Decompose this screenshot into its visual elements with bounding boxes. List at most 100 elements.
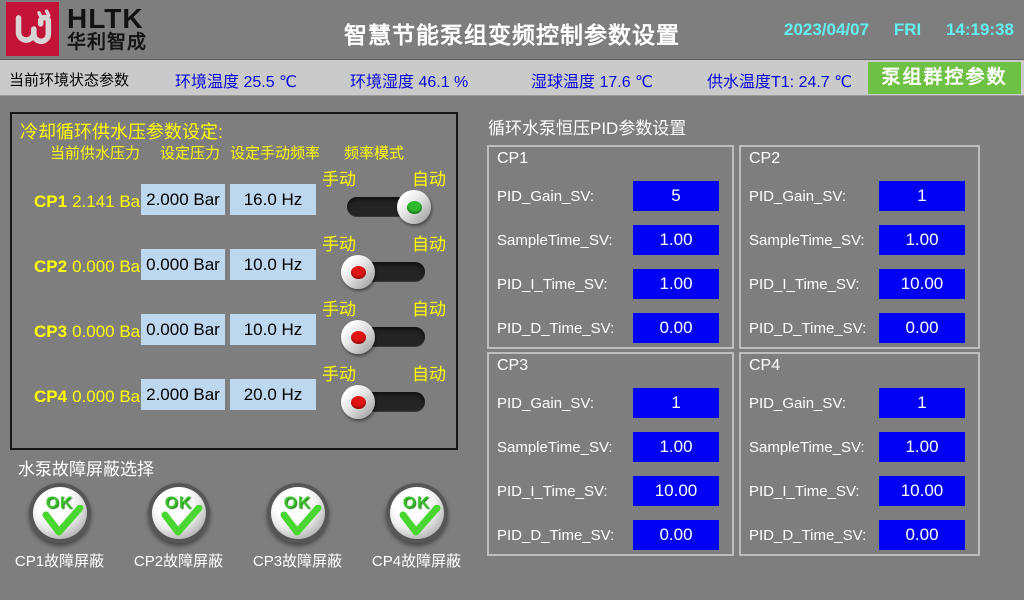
pid-d-time-input[interactable]: 0.00 [633, 313, 719, 343]
fault-mask-cell-cp4: OK CP4故障屏蔽 [357, 483, 476, 571]
header: HLTK 华利智成 智慧节能泵组变频控制参数设置 2023/04/07 FRI … [0, 0, 1024, 58]
pid-i-time-label: PID_I_Time_SV: [749, 483, 860, 500]
pid-i-time-input[interactable]: 10.00 [879, 476, 965, 506]
pid-row: PID_D_Time_SV: 0.00 [749, 306, 965, 350]
pid-row: SampleTime_SV: 1.00 [749, 425, 965, 469]
cp1-fault-mask-button[interactable]: OK [29, 483, 91, 543]
manual-mode-label: 手动 [322, 295, 356, 320]
pump-row-cp2: CP20.000 Bar 0.000 Bar 10.0 Hz 手动 自动 [12, 229, 456, 294]
env-status-label: 当前环境状态参数 [9, 69, 129, 90]
sample-time-input[interactable]: 1.00 [879, 225, 965, 255]
pid-row: PID_I_Time_SV: 10.00 [749, 469, 965, 513]
pid-gain-input[interactable]: 1 [633, 388, 719, 418]
mode-toggle-switch[interactable] [347, 262, 425, 282]
pid-gain-label: PID_Gain_SV: [749, 395, 846, 412]
pid-gain-input[interactable]: 1 [879, 181, 965, 211]
toggle-knob[interactable] [341, 320, 375, 354]
pid-i-time-input[interactable]: 1.00 [633, 269, 719, 299]
sample-time-input[interactable]: 1.00 [879, 432, 965, 462]
pid-row: PID_Gain_SV: 1 [749, 174, 965, 218]
datetime-display: 2023/04/07 FRI 14:19:38 [764, 20, 1014, 40]
pid-groups: CP1 PID_Gain_SV: 5 SampleTime_SV: 1.00 P… [487, 145, 981, 556]
supply-water-temperature-value: 供水温度T1: 24.7 ℃ [707, 68, 852, 92]
column-manual-frequency: 设定手动频率 [230, 142, 320, 163]
mode-toggle-switch[interactable] [347, 392, 425, 412]
pressure-panel-title: 冷却循环供水压参数设定: [20, 118, 223, 144]
cp3-fault-mask-button[interactable]: OK [267, 483, 329, 543]
pid-i-time-input[interactable]: 10.00 [879, 269, 965, 299]
auto-mode-label: 自动 [412, 165, 446, 190]
pid-i-time-input[interactable]: 10.00 [633, 476, 719, 506]
manual-frequency-input[interactable]: 10.0 Hz [230, 314, 316, 345]
toggle-knob[interactable] [341, 255, 375, 289]
toggle-state-dot [351, 396, 366, 409]
date-value: 2023/04/07 [784, 20, 869, 39]
manual-frequency-input[interactable]: 20.0 Hz [230, 379, 316, 410]
pid-row: SampleTime_SV: 1.00 [749, 218, 965, 262]
fault-mask-cell-cp3: OK CP3故障屏蔽 [238, 483, 357, 571]
cp4-fault-mask-button[interactable]: OK [386, 483, 448, 543]
ambient-humidity-value: 环境湿度 46.1 % [350, 68, 468, 92]
pid-panel-title: 循环水泵恒压PID参数设置 [488, 114, 686, 139]
pid-row: PID_D_Time_SV: 0.00 [497, 513, 719, 557]
mode-toggle-switch[interactable] [347, 197, 425, 217]
pid-gain-input[interactable]: 1 [879, 388, 965, 418]
pid-row: PID_I_Time_SV: 1.00 [497, 262, 719, 306]
toggle-knob[interactable] [397, 190, 431, 224]
manual-frequency-input[interactable]: 16.0 Hz [230, 184, 316, 215]
fault-mask-buttons: OK CP1故障屏蔽 OK CP2故障屏蔽 OK CP3故障屏蔽 OK [0, 483, 478, 571]
cp2-fault-mask-button[interactable]: OK [148, 483, 210, 543]
fault-mask-cell-cp2: OK CP2故障屏蔽 [119, 483, 238, 571]
pid-group-title: CP2 [749, 150, 965, 174]
brand-name-chinese: 华利智成 [67, 33, 147, 53]
pid-row: PID_Gain_SV: 5 [497, 174, 719, 218]
cooling-water-pressure-panel: 冷却循环供水压参数设定: 当前供水压力 设定压力 设定手动频率 频率模式 CP1… [10, 112, 458, 450]
pid-d-time-input[interactable]: 0.00 [633, 520, 719, 550]
pid-row: PID_Gain_SV: 1 [749, 381, 965, 425]
check-icon [397, 505, 441, 537]
pump-name-and-pressure: CP1 2.141 Bar [34, 192, 146, 212]
toggle-knob[interactable] [341, 385, 375, 419]
pump-name-and-pressure: CP20.000 Bar [34, 257, 146, 277]
pid-d-time-input[interactable]: 0.00 [879, 313, 965, 343]
pump-name-and-pressure: CP30.000 Bar [34, 322, 146, 342]
fault-mask-label: CP2故障屏蔽 [134, 550, 223, 571]
fault-mask-title: 水泵故障屏蔽选择 [18, 455, 154, 480]
set-pressure-input[interactable]: 2.000 Bar [141, 379, 225, 410]
sample-time-input[interactable]: 1.00 [633, 225, 719, 255]
pid-gain-label: PID_Gain_SV: [749, 188, 846, 205]
manual-mode-label: 手动 [322, 230, 356, 255]
pid-i-time-label: PID_I_Time_SV: [749, 276, 860, 293]
toggle-state-dot [351, 331, 366, 344]
mode-toggle-switch[interactable] [347, 327, 425, 347]
column-frequency-mode: 频率模式 [344, 142, 404, 163]
fault-mask-label: CP4故障屏蔽 [372, 550, 461, 571]
pid-d-time-input[interactable]: 0.00 [879, 520, 965, 550]
pump-id: CP2 [34, 257, 67, 276]
pump-id: CP1 [34, 192, 67, 211]
toggle-state-dot [351, 266, 366, 279]
sample-time-input[interactable]: 1.00 [633, 432, 719, 462]
pump-group-control-params-button[interactable]: 泵组群控参数 [868, 62, 1021, 94]
pid-row: PID_I_Time_SV: 10.00 [497, 469, 719, 513]
pid-gain-input[interactable]: 5 [633, 181, 719, 211]
set-pressure-input[interactable]: 2.000 Bar [141, 184, 225, 215]
pid-group-cp3: CP3 PID_Gain_SV: 1 SampleTime_SV: 1.00 P… [487, 352, 734, 556]
column-set-pressure: 设定压力 [160, 142, 220, 163]
pid-d-time-label: PID_D_Time_SV: [497, 527, 614, 544]
sample-time-label: SampleTime_SV: [497, 439, 613, 456]
pid-group-title: CP3 [497, 357, 719, 381]
fault-mask-label: CP3故障屏蔽 [253, 550, 342, 571]
check-icon [278, 505, 322, 537]
pid-row: SampleTime_SV: 1.00 [497, 218, 719, 262]
set-pressure-input[interactable]: 0.000 Bar [141, 249, 225, 280]
set-pressure-input[interactable]: 0.000 Bar [141, 314, 225, 345]
pid-group-cp4: CP4 PID_Gain_SV: 1 SampleTime_SV: 1.00 P… [739, 352, 980, 556]
check-icon [159, 505, 203, 537]
manual-frequency-input[interactable]: 10.0 Hz [230, 249, 316, 280]
weekday-value: FRI [894, 20, 921, 39]
pid-group-title: CP1 [497, 150, 719, 174]
current-pressure-value: 2.141 Bar [72, 192, 146, 211]
current-pressure-value: 0.000 Bar [72, 322, 146, 341]
auto-mode-label: 自动 [412, 295, 446, 320]
